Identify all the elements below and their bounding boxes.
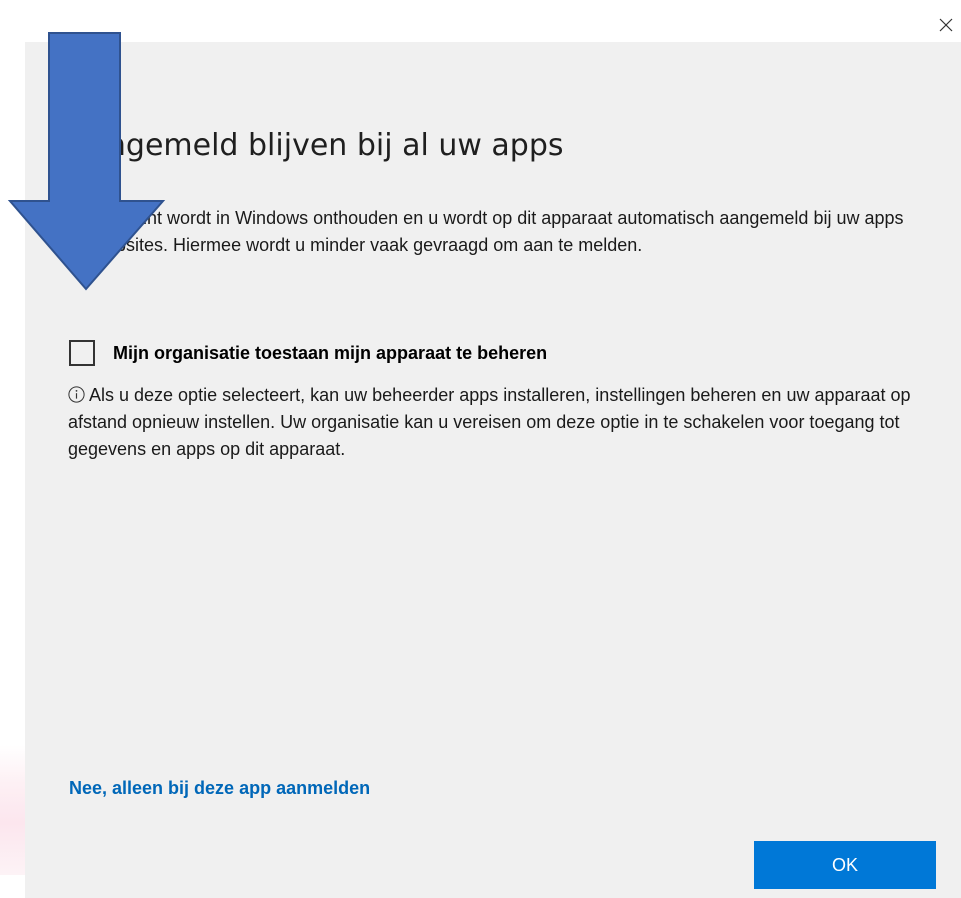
manage-device-checkbox-label[interactable]: Mijn organisatie toestaan mijn apparaat … (113, 343, 547, 364)
close-icon (938, 17, 954, 38)
dialog-title: Aangemeld blijven bij al uw apps (68, 128, 564, 163)
info-text: Als u deze optie selecteert, kan uw behe… (68, 385, 911, 459)
manage-device-checkbox-row[interactable]: Mijn organisatie toestaan mijn apparaat … (69, 340, 547, 366)
ok-button[interactable]: OK (754, 841, 936, 889)
info-icon (68, 384, 85, 403)
background-accent (0, 745, 26, 875)
info-paragraph: Als u deze optie selecteert, kan uw behe… (68, 382, 928, 463)
manage-device-checkbox[interactable] (69, 340, 95, 366)
sign-in-this-app-only-link[interactable]: Nee, alleen bij deze app aanmelden (69, 778, 370, 799)
dialog-panel: Aangemeld blijven bij al uw apps Uw acco… (25, 42, 961, 898)
close-button[interactable] (931, 12, 961, 42)
dialog-description: Uw account wordt in Windows onthouden en… (68, 208, 904, 255)
